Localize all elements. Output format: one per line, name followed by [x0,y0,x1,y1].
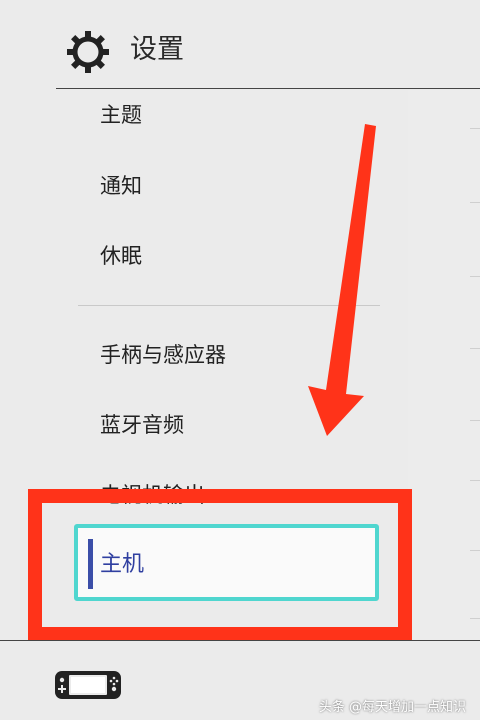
content-divider [470,202,480,203]
watermark: 头条 @每天增加一点知识 [318,700,466,715]
gear-icon [67,31,109,73]
menu-item-theme[interactable]: 主题 [100,100,142,130]
bottom-bar: 头条 @每天增加一点知识 [0,640,480,720]
content-divider [470,128,480,129]
menu-item-system-label: 主机 [100,552,145,577]
switch-console-icon [55,671,121,699]
menu-item-sleep[interactable]: 休眠 [100,241,142,271]
menu-item-notifications[interactable]: 通知 [100,171,142,201]
header-divider [56,88,480,89]
menu-item-bluetooth-audio[interactable]: 蓝牙音频 [100,410,184,440]
settings-header: 设置 [0,0,480,89]
content-pane [408,90,480,640]
content-divider [470,420,480,421]
content-divider [470,618,480,619]
footer-divider [0,640,480,641]
content-divider [470,348,480,349]
content-divider [470,276,480,277]
menu-item-tv-output[interactable]: 电视机输出 [100,480,205,510]
menu-item-system-selected[interactable]: 主机 [74,524,379,601]
menu-item-controllers-sensors[interactable]: 手柄与感应器 [100,340,226,370]
content-divider [470,480,480,481]
selection-indicator [88,539,93,589]
arrow-annotation [308,124,376,436]
content-divider [470,550,480,551]
page-title: 设置 [130,34,184,65]
